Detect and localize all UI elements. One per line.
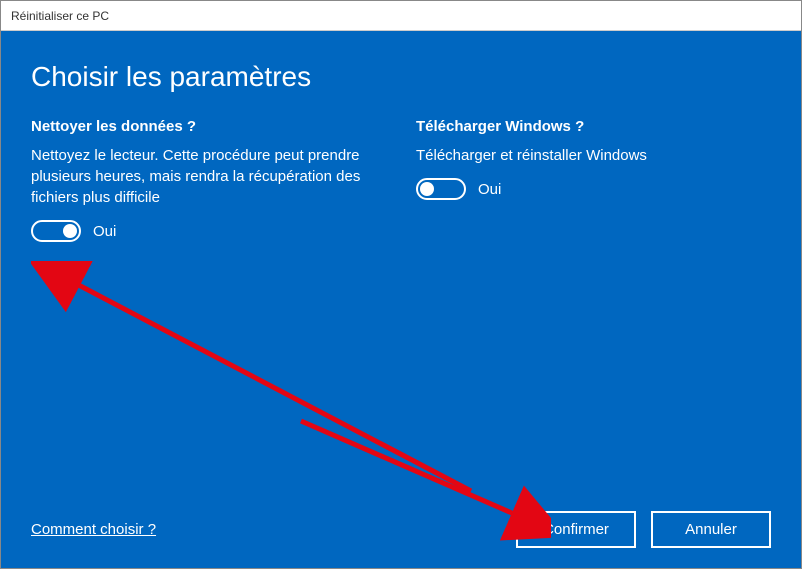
window-title: Réinitialiser ce PC — [11, 9, 109, 23]
toggle-knob-icon — [63, 224, 77, 238]
cancel-button[interactable]: Annuler — [651, 511, 771, 548]
download-windows-description: Télécharger et réinstaller Windows — [416, 145, 771, 166]
clean-data-setting: Nettoyer les données ? Nettoyez le lecte… — [31, 118, 386, 242]
toggle-knob-icon — [420, 182, 434, 196]
download-windows-setting: Télécharger Windows ? Télécharger et réi… — [416, 118, 771, 242]
download-windows-toggle-label: Oui — [478, 181, 501, 198]
window-frame: Réinitialiser ce PC Choisir les paramètr… — [0, 0, 802, 569]
page-title: Choisir les paramètres — [31, 61, 771, 93]
settings-row: Nettoyer les données ? Nettoyez le lecte… — [31, 118, 771, 242]
download-windows-heading: Télécharger Windows ? — [416, 118, 771, 135]
footer-row: Comment choisir ? Confirmer Annuler — [31, 511, 771, 548]
clean-data-toggle-label: Oui — [93, 223, 116, 240]
titlebar: Réinitialiser ce PC — [1, 1, 801, 31]
download-windows-toggle[interactable] — [416, 178, 466, 200]
help-link[interactable]: Comment choisir ? — [31, 521, 156, 538]
annotation-arrow-toggle — [31, 261, 501, 521]
content-area: Choisir les paramètres Nettoyer les donn… — [1, 31, 801, 568]
clean-data-toggle-wrap: Oui — [31, 220, 386, 242]
download-windows-toggle-wrap: Oui — [416, 178, 771, 200]
clean-data-description: Nettoyez le lecteur. Cette procédure peu… — [31, 145, 386, 208]
clean-data-heading: Nettoyer les données ? — [31, 118, 386, 135]
button-row: Confirmer Annuler — [516, 511, 771, 548]
confirm-button[interactable]: Confirmer — [516, 511, 636, 548]
clean-data-toggle[interactable] — [31, 220, 81, 242]
